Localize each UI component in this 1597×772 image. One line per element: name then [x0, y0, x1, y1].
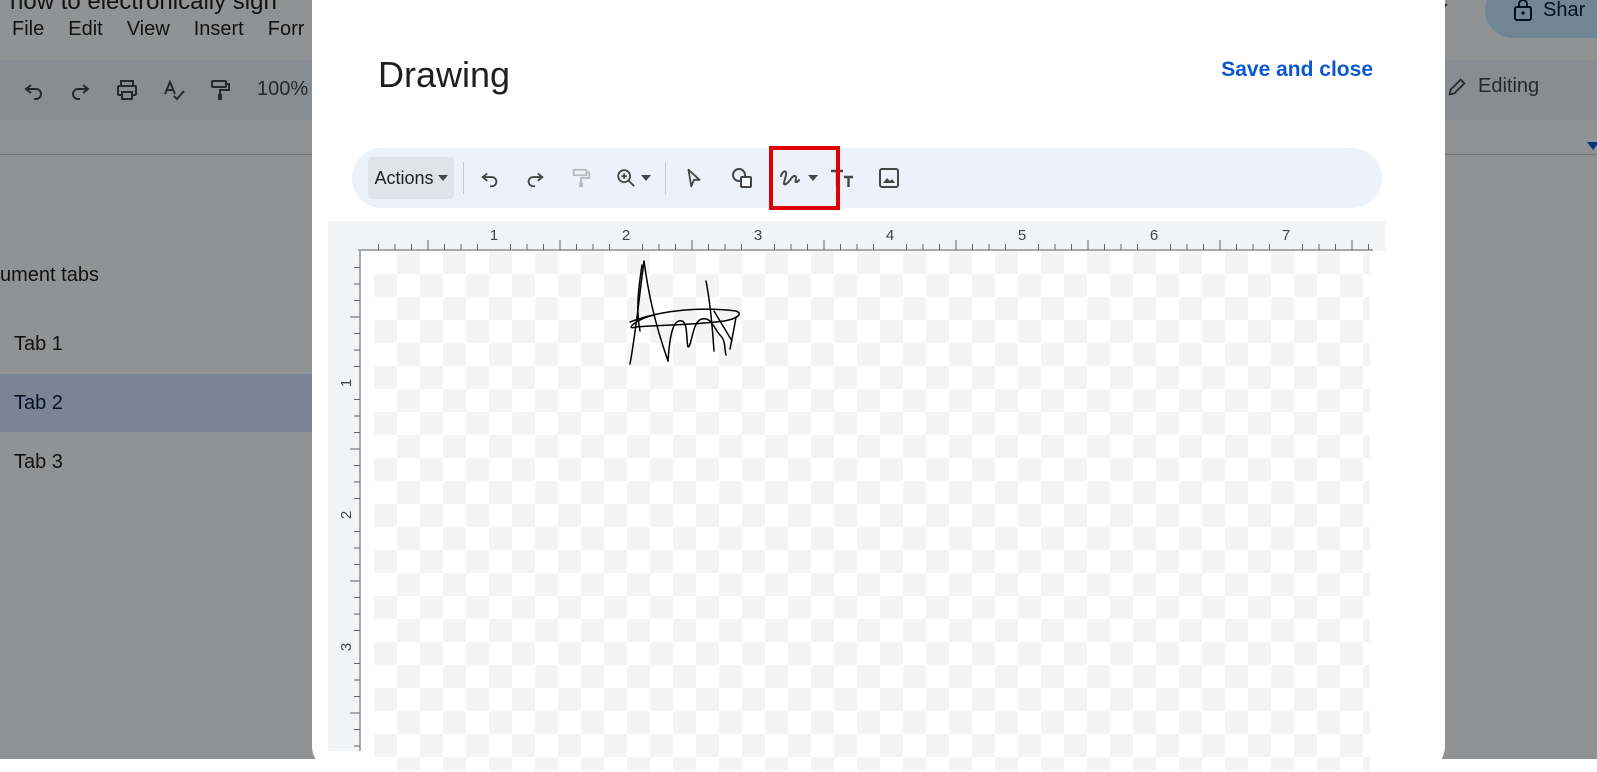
select-icon[interactable] [678, 162, 710, 194]
ruler-label: 3 [338, 643, 355, 651]
ruler-label: 5 [1018, 227, 1026, 244]
toolbar-separator [463, 162, 464, 194]
ruler-label: 4 [886, 227, 894, 244]
ruler-label: 6 [1150, 227, 1158, 244]
ruler-ticks: 1 2 3 [338, 251, 361, 751]
highlight-box [769, 146, 840, 210]
ruler-label: 7 [1282, 227, 1290, 244]
toolbar-separator [665, 162, 666, 194]
paint-format-icon[interactable] [565, 162, 597, 194]
ruler-label: 3 [754, 227, 762, 244]
save-and-close-button[interactable]: Save and close [1221, 58, 1373, 82]
drawing-canvas[interactable] [374, 251, 1370, 771]
actions-label: Actions [374, 167, 434, 188]
vertical-ruler: 1 2 3 [328, 251, 361, 751]
actions-menu-button[interactable]: Actions [368, 157, 454, 199]
ruler-label: 1 [338, 379, 355, 387]
image-icon[interactable] [873, 162, 905, 194]
chevron-down-icon [437, 175, 448, 181]
horizontal-ruler: 1 2 3 4 5 6 7 [328, 221, 1385, 251]
ruler-label: 2 [622, 227, 630, 244]
ruler-label: 1 [490, 227, 498, 244]
drawing-toolbar: Actions [352, 148, 1382, 208]
zoom-dropdown-icon[interactable] [638, 162, 654, 194]
ruler-label: 2 [338, 511, 355, 519]
shape-icon[interactable] [726, 162, 758, 194]
drawing-dialog: Drawing Save and close Actions 1 2 3 4 5… [312, 0, 1445, 772]
redo-icon[interactable] [519, 162, 551, 194]
dialog-title: Drawing [378, 54, 511, 95]
undo-icon[interactable] [474, 162, 506, 194]
signature-drawing [629, 260, 740, 365]
ruler-ticks: 1 2 3 4 5 6 7 [358, 227, 1373, 251]
